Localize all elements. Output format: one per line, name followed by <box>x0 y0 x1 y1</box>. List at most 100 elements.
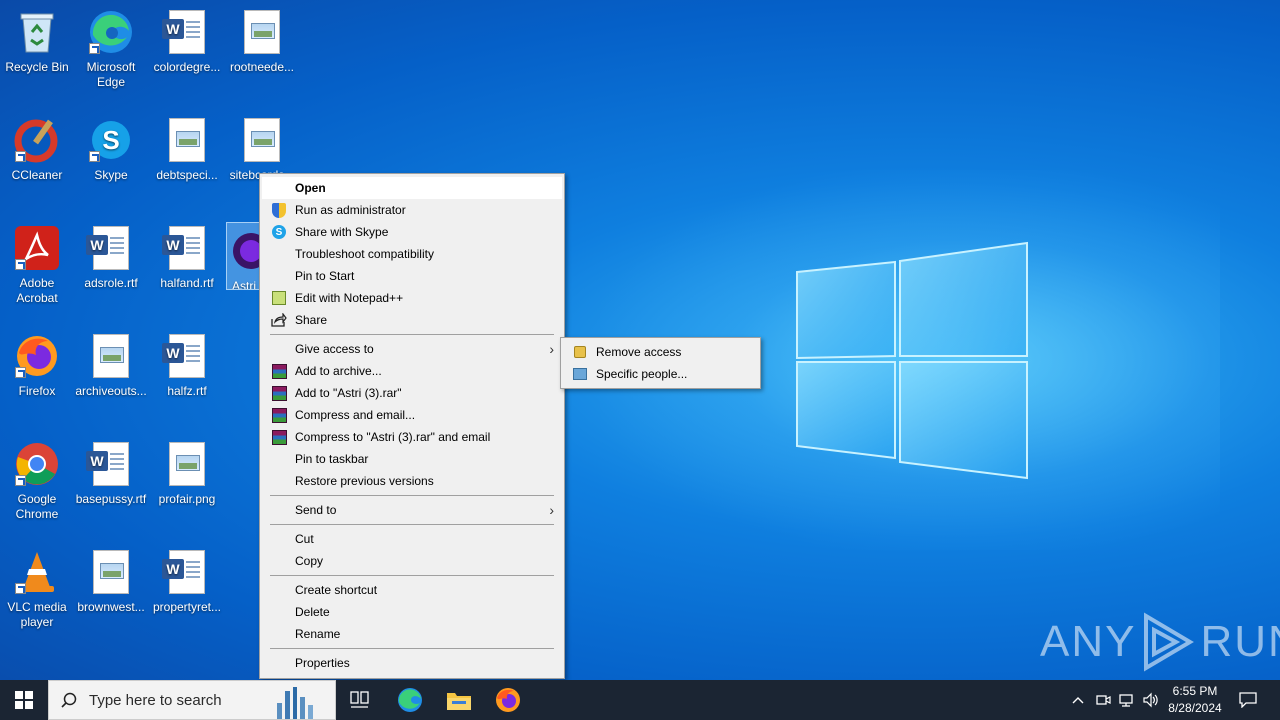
task-view-button[interactable] <box>336 680 384 720</box>
menu-item-edit-with-notepadpp[interactable]: Edit with Notepad++ <box>262 287 562 309</box>
taskbar-edge-button[interactable] <box>386 680 434 720</box>
menu-item-copy[interactable]: Copy <box>262 550 562 572</box>
menu-item-label: Specific people... <box>596 367 688 381</box>
context-menu: Open Run as administrator S Share with Sk… <box>259 173 565 679</box>
desktop-icon-adsrole[interactable]: W adsrole.rtf <box>74 218 148 318</box>
tray-meet-now-button[interactable] <box>1092 680 1114 720</box>
taskbar-search-box[interactable]: Type here to search <box>48 680 336 720</box>
notepadpp-icon <box>272 291 286 305</box>
menu-item-label: Compress and email... <box>295 408 416 422</box>
task-view-icon <box>350 691 369 708</box>
taskbar-file-explorer-button[interactable] <box>435 680 483 720</box>
menu-item-label: Share with Skype <box>295 225 389 239</box>
desktop-icon-astri[interactable]: Astri <box>226 222 262 290</box>
submenu-item-remove-access[interactable]: Remove access <box>563 341 758 363</box>
menu-item-label: Run as administrator <box>295 203 406 217</box>
watermark-right-text: RUN <box>1200 617 1280 666</box>
svg-text:S: S <box>102 125 119 155</box>
tray-overflow-button[interactable] <box>1068 680 1088 720</box>
image-file-icon <box>244 118 280 162</box>
edge-icon <box>398 688 422 712</box>
word-document-icon: W <box>86 226 129 270</box>
desktop-icon-label: archiveouts... <box>75 384 147 398</box>
desktop-icon-halfand[interactable]: W halfand.rtf <box>150 218 224 318</box>
menu-item-share[interactable]: Share <box>262 309 562 331</box>
desktop-icon-adobe-acrobat[interactable]: Adobe Acrobat <box>0 218 74 318</box>
menu-item-properties[interactable]: Properties <box>262 652 562 674</box>
menu-item-label: Create shortcut <box>295 583 378 597</box>
menu-item-label: Copy <box>295 554 324 568</box>
edge-icon <box>87 8 135 56</box>
submenu-item-specific-people[interactable]: Specific people... <box>563 363 758 385</box>
menu-item-open[interactable]: Open <box>262 177 562 199</box>
desktop-icon-firefox[interactable]: Firefox <box>0 326 74 426</box>
menu-item-create-shortcut[interactable]: Create shortcut <box>262 579 562 601</box>
tray-network-button[interactable] <box>1116 680 1138 720</box>
tray-volume-button[interactable] <box>1140 680 1162 720</box>
desktop-icon-ccleaner[interactable]: CCleaner <box>0 110 74 210</box>
meet-now-icon <box>1096 695 1111 705</box>
desktop-icon-archiveouts[interactable]: archiveouts... <box>74 326 148 426</box>
desktop-icon-recycle-bin[interactable]: Recycle Bin <box>0 2 74 102</box>
windows-start-icon <box>15 691 33 709</box>
desktop-icon-label: Google Chrome <box>15 492 59 521</box>
winrar-icon <box>271 429 287 445</box>
anyrun-watermark: ANY RUN <box>1040 612 1280 672</box>
menu-item-compress-and-email[interactable]: Compress and email... <box>262 404 562 426</box>
menu-item-give-access-to[interactable]: Give access to › <box>262 338 562 360</box>
desktop-icon-colordegre[interactable]: W colordegre... <box>150 2 224 102</box>
desktop-icon-propertyret[interactable]: W propertyret... <box>150 542 224 642</box>
desktop-icon-halfz[interactable]: W halfz.rtf <box>150 326 224 426</box>
desktop-icon-vlc[interactable]: VLC media player <box>0 542 74 642</box>
desktop-icon-rootneede[interactable]: rootneede... <box>225 2 299 102</box>
menu-item-cut[interactable]: Cut <box>262 528 562 550</box>
image-file-icon <box>244 10 280 54</box>
desktop-icon-edge[interactable]: Microsoft Edge <box>74 2 148 102</box>
desktop-icon-profair[interactable]: profair.png <box>150 434 224 534</box>
desktop-icon-label: colordegre... <box>153 60 221 74</box>
firefox-icon <box>496 688 520 712</box>
start-button[interactable] <box>0 680 48 720</box>
shortcut-arrow-icon <box>89 43 100 54</box>
action-center-button[interactable] <box>1232 680 1264 720</box>
desktop-icon-google-chrome[interactable]: Google Chrome <box>0 434 74 534</box>
people-icon <box>573 368 587 380</box>
taskbar-firefox-button[interactable] <box>484 680 532 720</box>
menu-item-run-as-administrator[interactable]: Run as administrator <box>262 199 562 221</box>
menu-item-label: Remove access <box>596 345 682 359</box>
desktop-icon-label: CCleaner <box>11 168 63 182</box>
give-access-submenu: Remove access Specific people... <box>560 337 761 389</box>
menu-separator <box>262 572 562 579</box>
folder-icon <box>447 693 471 710</box>
desktop-icon-debtspeci[interactable]: debtspeci... <box>150 110 224 210</box>
menu-item-send-to[interactable]: Send to › <box>262 499 562 521</box>
menu-item-pin-to-start[interactable]: Pin to Start <box>262 265 562 287</box>
menu-item-label: Add to "Astri (3).rar" <box>295 386 402 400</box>
taskbar-clock[interactable]: 6:55 PM 8/28/2024 <box>1160 683 1230 717</box>
image-file-icon <box>93 550 129 594</box>
menu-item-pin-to-taskbar[interactable]: Pin to taskbar <box>262 448 562 470</box>
menu-item-label: Add to archive... <box>295 364 382 378</box>
chevron-right-icon: › <box>549 341 554 357</box>
menu-item-share-with-skype[interactable]: S Share with Skype <box>262 221 562 243</box>
menu-item-troubleshoot-compatibility[interactable]: Troubleshoot compatibility <box>262 243 562 265</box>
menu-item-delete[interactable]: Delete <box>262 601 562 623</box>
menu-item-compress-to-rar-and-email[interactable]: Compress to "Astri (3).rar" and email <box>262 426 562 448</box>
desktop-icon-brownwest[interactable]: brownwest... <box>74 542 148 642</box>
menu-item-add-to-rar[interactable]: Add to "Astri (3).rar" <box>262 382 562 404</box>
menu-item-label: Share <box>295 313 328 327</box>
menu-item-restore-previous-versions[interactable]: Restore previous versions <box>262 470 562 492</box>
desktop-icon-skype[interactable]: S Skype <box>74 110 148 210</box>
firefox-icon <box>13 332 61 380</box>
menu-item-add-to-archive[interactable]: Add to archive... <box>262 360 562 382</box>
desktop-icon-label: Astri <box>232 279 256 290</box>
word-document-icon: W <box>86 442 129 486</box>
vlc-icon <box>13 548 61 596</box>
desktop-icon-label: brownwest... <box>77 600 145 614</box>
menu-item-rename[interactable]: Rename <box>262 623 562 645</box>
search-icon <box>61 692 77 708</box>
desktop-icon-label: profair.png <box>158 492 216 506</box>
clock-date: 8/28/2024 <box>1168 701 1222 715</box>
desktop-icon-label: adsrole.rtf <box>84 276 138 290</box>
desktop-icon-basepussy[interactable]: W basepussy.rtf <box>74 434 148 534</box>
